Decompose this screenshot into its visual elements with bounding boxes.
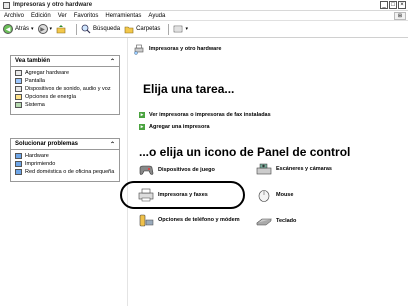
minimize-button[interactable]: _: [380, 1, 388, 9]
help-icon: [15, 169, 22, 175]
category-label: Teclado: [276, 218, 297, 224]
category-opciones-de-telefono[interactable]: Opciones de teléfono y módem: [138, 213, 240, 227]
maximize-button[interactable]: □: [389, 1, 397, 9]
window-title: Impresoras y otro hardware: [13, 2, 93, 8]
menu-bar: Archivo Edición Ver Favoritos Herramient…: [0, 11, 408, 21]
views-icon: [174, 25, 183, 33]
category-label: Mouse: [276, 192, 294, 198]
category-label: Dispositivos de juego: [158, 167, 215, 173]
troubleshoot-title: Solucionar problemas: [15, 141, 79, 147]
task-view-printers[interactable]: ▸ Ver impresoras o impresoras de fax ins…: [139, 112, 271, 118]
category-label: Escáneres y cámaras: [276, 166, 332, 172]
windows-logo-icon: ⊞: [394, 12, 406, 20]
up-folder-button[interactable]: [56, 24, 68, 34]
gamepad-icon: [139, 165, 154, 175]
menu-ayuda[interactable]: Ayuda: [148, 13, 165, 19]
window-icon: [3, 1, 10, 9]
forward-button[interactable]: ▶ ▾: [37, 24, 53, 34]
sidebar-item-pantalla[interactable]: Pantalla: [15, 78, 115, 84]
sidebar-item-label: Opciones de energía: [25, 94, 77, 100]
menu-edicion[interactable]: Edición: [31, 13, 51, 19]
toolbar: ◀ Atrás ▾ ▶ ▾ Búsqueda Carpetas ▾: [0, 21, 408, 38]
sidebar-item-imprimiendo[interactable]: Imprimiendo: [15, 161, 115, 167]
task-add-printer[interactable]: ▸ Agregar una impresora: [139, 124, 210, 130]
search-label: Búsqueda: [93, 26, 121, 32]
up-folder-icon: [56, 25, 66, 34]
sidebar-item-sonido[interactable]: Dispositivos de sonido, audio y voz: [15, 86, 115, 92]
window-controls: _ □ ×: [380, 1, 406, 9]
main-content: Impresoras y otro hardware Elija una tar…: [128, 38, 408, 306]
folders-icon: [124, 26, 134, 34]
category-escaneres-y-camaras[interactable]: Escáneres y cámaras: [256, 162, 332, 176]
sidebar-item-red[interactable]: Red doméstica o de oficina pequeña: [15, 169, 115, 175]
troubleshoot-header[interactable]: Solucionar problemas ⌃: [11, 139, 119, 150]
toolbar-divider: [168, 23, 170, 35]
category-mouse[interactable]: Mouse: [256, 188, 293, 202]
toolbar-divider: [76, 23, 78, 35]
phone-icon: [139, 214, 154, 227]
task-label: Ver impresoras o impresoras de fax insta…: [149, 112, 271, 118]
back-arrow-icon: ◀: [3, 24, 13, 34]
search-icon: [81, 24, 91, 34]
sidebar-item-hardware[interactable]: Hardware: [15, 153, 115, 159]
back-button[interactable]: ◀ Atrás ▾: [3, 24, 34, 34]
display-icon: [15, 78, 22, 84]
sidebar-item-label: Red doméstica o de oficina pequeña: [25, 169, 115, 175]
task-heading: Elija una tarea...: [143, 82, 235, 96]
dropdown-arrow-icon: ▾: [31, 26, 34, 32]
keyboard-icon: [256, 218, 272, 226]
troubleshoot-panel: Solucionar problemas ⌃ Hardware Imprimie…: [10, 138, 120, 182]
category-teclado[interactable]: Teclado: [256, 214, 296, 228]
mouse-icon: [258, 190, 270, 202]
search-button[interactable]: Búsqueda: [81, 24, 120, 34]
sidebar: Vea también ⌃ Agregar hardware Pantalla …: [0, 38, 128, 306]
help-icon: [15, 153, 22, 159]
see-also-panel: Vea también ⌃ Agregar hardware Pantalla …: [10, 55, 120, 115]
forward-arrow-icon: ▶: [37, 24, 48, 34]
collapse-chevron-icon[interactable]: ⌃: [110, 141, 115, 148]
see-also-title: Vea también: [15, 58, 51, 64]
icon-heading: ...o elija un icono de Panel de control: [139, 145, 351, 159]
printer-hardware-icon: [134, 44, 144, 55]
system-icon: [15, 102, 22, 108]
collapse-chevron-icon[interactable]: ⌃: [110, 58, 115, 65]
see-also-header[interactable]: Vea también ⌃: [11, 56, 119, 67]
sidebar-item-label: Pantalla: [25, 78, 45, 84]
speaker-icon: [15, 86, 22, 92]
green-arrow-icon: ▸: [139, 124, 145, 130]
sidebar-item-label: Sistema: [25, 102, 45, 108]
category-label: Opciones de teléfono y módem: [158, 217, 240, 223]
dropdown-arrow-icon: ▾: [185, 26, 188, 32]
sidebar-item-agregar-hardware[interactable]: Agregar hardware: [15, 70, 115, 76]
title-bar: Impresoras y otro hardware _ □ ×: [0, 0, 408, 11]
menu-favoritos[interactable]: Favoritos: [74, 13, 99, 19]
close-button[interactable]: ×: [398, 1, 406, 9]
sidebar-item-sistema[interactable]: Sistema: [15, 102, 115, 108]
sidebar-item-label: Imprimiendo: [25, 161, 56, 167]
sidebar-item-energia[interactable]: Opciones de energía: [15, 94, 115, 100]
folders-button[interactable]: Carpetas: [124, 24, 160, 34]
sidebar-item-label: Hardware: [25, 153, 49, 159]
dropdown-arrow-icon: ▾: [49, 26, 53, 32]
category-dispositivos-de-juego[interactable]: Dispositivos de juego: [138, 163, 215, 177]
folders-label: Carpetas: [136, 26, 161, 32]
back-label: Atrás: [15, 26, 30, 32]
sidebar-item-label: Agregar hardware: [25, 70, 70, 76]
sidebar-item-label: Dispositivos de sonido, audio y voz: [25, 86, 111, 92]
help-icon: [15, 161, 22, 167]
breadcrumb: Impresoras y otro hardware: [133, 43, 221, 55]
task-label: Agregar una impresora: [149, 124, 210, 130]
page-title: Impresoras y otro hardware: [149, 46, 222, 52]
hardware-icon: [15, 70, 22, 76]
menu-ver[interactable]: Ver: [58, 13, 67, 19]
scanner-icon: [256, 163, 272, 175]
menu-herramientas[interactable]: Herramientas: [105, 13, 141, 19]
highlight-circle: [120, 181, 245, 209]
views-button[interactable]: ▾: [173, 24, 188, 34]
menu-archivo[interactable]: Archivo: [4, 13, 24, 19]
green-arrow-icon: ▸: [139, 112, 145, 118]
power-icon: [15, 94, 22, 100]
